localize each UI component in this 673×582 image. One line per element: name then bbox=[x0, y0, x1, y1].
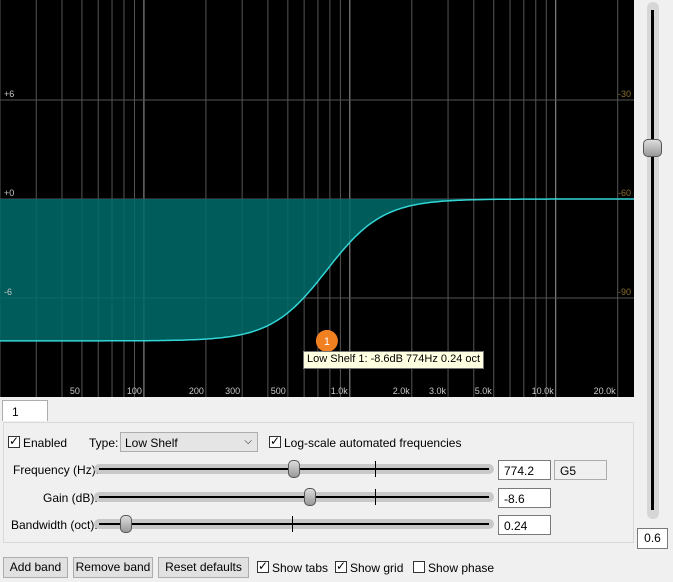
add-band-button[interactable]: Add band bbox=[3, 557, 68, 578]
bandwidth-slider-thumb[interactable] bbox=[120, 515, 133, 533]
band-tooltip: Low Shelf 1: -8.6dB 774Hz 0.24 oct bbox=[303, 351, 485, 369]
freq-tick-label: 500 bbox=[271, 386, 286, 396]
type-value: Low Shelf bbox=[125, 436, 178, 450]
check-icon: ✓ bbox=[336, 559, 347, 573]
bandwidth-slider-line bbox=[99, 523, 489, 525]
freq-tick-label: 200 bbox=[189, 386, 204, 396]
frequency-value: 774.2 bbox=[504, 464, 535, 478]
check-icon: ✓ bbox=[258, 559, 269, 573]
gain-slider-thumb[interactable] bbox=[303, 488, 316, 506]
output-gain-slider-line bbox=[651, 10, 654, 510]
eq-graph-canvas[interactable]: +6 +0 -6 -30 -60 -90 50 100 200 300 500 1.0k 2.0k 3.0… bbox=[0, 0, 634, 397]
remove-band-button[interactable]: Remove band bbox=[73, 557, 153, 578]
eq-graph[interactable]: +6 +0 -6 -30 -60 -90 50 100 200 300 500 1.0k 2.0k 3.0… bbox=[0, 0, 634, 397]
phase-tick-label: -30 bbox=[618, 89, 631, 99]
db-tick-label: -6 bbox=[4, 287, 12, 297]
output-gain-value: 0.6 bbox=[637, 528, 668, 549]
tab-band-1[interactable]: 1 bbox=[2, 400, 48, 421]
chevron-down-icon: ⌵ bbox=[244, 436, 252, 447]
gain-input[interactable]: -8.6 bbox=[498, 488, 551, 508]
output-gain-slider-thumb[interactable] bbox=[643, 139, 662, 157]
freq-tick-label: 20.0k bbox=[594, 386, 617, 396]
frequency-label: Frequency (Hz): bbox=[13, 463, 100, 477]
gain-value: -8.6 bbox=[504, 492, 525, 506]
enabled-label: Enabled bbox=[23, 436, 68, 450]
type-label: Type: bbox=[89, 436, 119, 450]
freq-tick-label: 1.0k bbox=[331, 386, 349, 396]
check-icon: ✓ bbox=[9, 434, 20, 448]
reset-defaults-button[interactable]: Reset defaults bbox=[158, 557, 249, 578]
frequency-slider-center bbox=[375, 461, 376, 477]
show-phase-label: Show phase bbox=[428, 561, 495, 575]
db-tick-label: +6 bbox=[4, 89, 14, 99]
bandwidth-value: 0.24 bbox=[504, 519, 528, 533]
bandwidth-slider-center bbox=[292, 516, 293, 532]
freq-tick-label: 100 bbox=[127, 386, 142, 396]
phase-tick-label: -60 bbox=[618, 188, 631, 198]
freq-tick-label: 50 bbox=[70, 386, 80, 396]
log-scale-label: Log-scale automated frequencies bbox=[284, 436, 462, 450]
gain-slider-line bbox=[99, 496, 489, 498]
show-tabs-checkbox[interactable]: ✓ bbox=[257, 559, 269, 573]
freq-tick-label: 10.0k bbox=[532, 386, 555, 396]
check-icon: ✓ bbox=[270, 434, 281, 448]
bandwidth-label: Bandwidth (oct): bbox=[11, 518, 98, 532]
db-tick-label: +0 bbox=[4, 188, 14, 198]
band-tabs: 1 bbox=[0, 397, 634, 422]
show-grid-label: Show grid bbox=[350, 561, 404, 575]
band-handle-label: 1 bbox=[324, 336, 330, 348]
note-field: G5 bbox=[554, 460, 607, 480]
tab-label: 1 bbox=[12, 405, 19, 419]
freq-tick-label: 300 bbox=[225, 386, 240, 396]
freq-tick-label: 2.0k bbox=[393, 386, 411, 396]
note-value: G5 bbox=[560, 464, 577, 478]
phase-tick-label: -90 bbox=[618, 287, 631, 297]
log-scale-checkbox[interactable]: ✓ bbox=[269, 434, 281, 448]
show-tabs-label: Show tabs bbox=[272, 561, 329, 575]
gain-label: Gain (dB): bbox=[43, 491, 98, 505]
show-phase-checkbox[interactable] bbox=[413, 561, 425, 573]
enabled-checkbox[interactable]: ✓ bbox=[8, 434, 20, 448]
show-grid-checkbox[interactable]: ✓ bbox=[335, 559, 347, 573]
freq-tick-label: 5.0k bbox=[475, 386, 493, 396]
eq-curve-fill bbox=[0, 199, 634, 341]
gain-slider-center bbox=[375, 489, 376, 505]
type-select[interactable]: Low Shelf ⌵ bbox=[120, 432, 258, 452]
frequency-slider-thumb[interactable] bbox=[288, 460, 300, 478]
frequency-input[interactable]: 774.2 bbox=[498, 460, 551, 480]
bandwidth-input[interactable]: 0.24 bbox=[498, 515, 551, 535]
freq-tick-label: 3.0k bbox=[429, 386, 447, 396]
